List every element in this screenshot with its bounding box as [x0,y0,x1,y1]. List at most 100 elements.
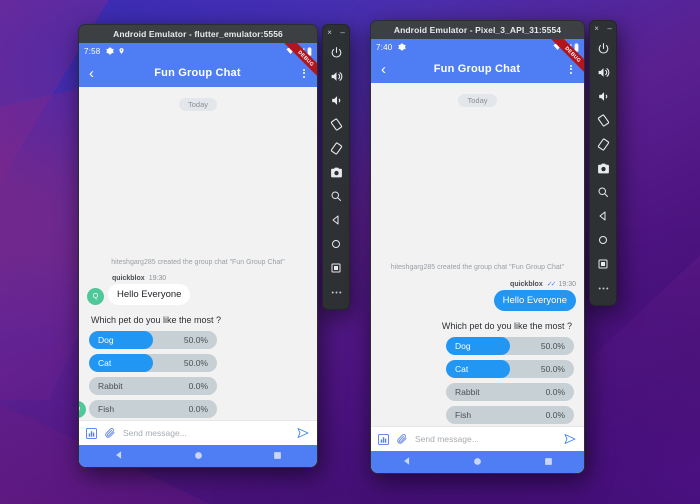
poll-chart-icon[interactable] [86,427,97,439]
back-button-left[interactable]: ‹ [85,66,98,81]
home-circle-icon[interactable] [590,228,616,252]
send-icon[interactable] [296,427,310,439]
app-bar-right: ‹ Fun Group Chat [371,55,584,83]
back-triangle-icon[interactable] [114,447,124,465]
app-bar-left: ‹ Fun Group Chat [79,59,317,87]
battery-icon [307,46,312,56]
paperclip-icon[interactable] [104,427,116,439]
poll-option[interactable]: Dog 50.0% [446,337,574,355]
close-icon[interactable]: × [594,25,599,33]
rotate-right-icon[interactable] [590,132,616,156]
poll-option[interactable]: Rabbit 0.0% [446,383,574,401]
recents-square-icon[interactable] [544,453,553,471]
minimize-icon[interactable]: – [340,29,344,37]
emulator-window-left: Android Emulator - flutter_emulator:5556… [78,24,350,468]
gear-icon [106,47,115,55]
date-divider-right: Today [371,83,584,112]
battery-icon [574,42,579,52]
message-bubble[interactable]: Hello Everyone [108,284,191,305]
recents-square-icon[interactable] [323,256,349,280]
more-horizontal-icon[interactable] [323,280,349,304]
message-sender: quickblox [510,280,543,288]
poll-options-list: Dog 50.0% Cat 50.0% Rabbit 0.0% Fish 0.0% Q [79,331,217,418]
emulator-toolbar-left: × – [322,24,350,310]
date-divider-left: Today [79,87,317,116]
back-button-right[interactable]: ‹ [377,62,390,77]
more-vert-icon[interactable] [297,68,311,78]
home-circle-icon[interactable] [194,447,203,465]
input-bar-left: Send message... [79,420,317,445]
message-bubble[interactable]: Hello Everyone [493,290,576,311]
power-icon[interactable] [323,40,349,64]
volume-down-icon[interactable] [323,88,349,112]
camera-icon[interactable] [590,156,616,180]
volume-up-icon[interactable] [323,64,349,88]
home-circle-icon[interactable] [323,232,349,256]
phone-screen-right: DEBUG 7:40 ‹ Fun Group Chat Today hitesh… [370,39,585,474]
close-icon[interactable]: × [327,29,332,37]
home-circle-icon[interactable] [473,453,482,471]
back-triangle-icon[interactable] [323,208,349,232]
back-triangle-icon[interactable] [402,453,412,471]
poll-option[interactable]: Cat 50.0% [89,354,217,372]
poll-option-percent: 0.0% [545,410,565,420]
camera-icon[interactable] [323,160,349,184]
poll-option-label: Dog [455,341,471,351]
more-vert-icon[interactable] [564,64,578,74]
poll-left: Which pet do you like the most ? Dog 50.0… [79,315,317,418]
page-title-left: Fun Group Chat [154,67,241,79]
send-icon[interactable] [563,433,577,445]
poll-option-percent: 0.0% [188,404,208,414]
poll-option-label: Rabbit [98,381,123,391]
message-meta: quickblox 19:30 [108,275,190,282]
recents-square-icon[interactable] [273,447,282,465]
emulator-toolbar-right: × – [589,20,617,306]
rotate-right-icon[interactable] [323,136,349,160]
back-triangle-icon[interactable] [590,204,616,228]
rotate-left-icon[interactable] [590,108,616,132]
emulator-device-right: Android Emulator - Pixel_3_API_31:5554 D… [370,20,585,474]
location-icon [118,47,125,55]
window-title-right[interactable]: Android Emulator - Pixel_3_API_31:5554 [370,20,585,39]
paperclip-icon[interactable] [396,433,408,445]
magnifier-icon[interactable] [323,184,349,208]
power-icon[interactable] [590,36,616,60]
volume-down-icon[interactable] [590,84,616,108]
poll-chart-icon[interactable] [378,433,389,445]
more-horizontal-icon[interactable] [590,276,616,300]
poll-right: Which pet do you like the most ? Dog 50.0… [371,321,584,424]
window-title-left[interactable]: Android Emulator - flutter_emulator:5556 [78,24,318,43]
message-row-right: quickblox ✓✓ 19:30 Hello Everyone [371,280,584,311]
poll-option[interactable]: Fish 0.0% Q [79,400,217,418]
avatar: Q [87,288,104,305]
message-time: 19:30 [558,280,576,288]
rotate-left-icon[interactable] [323,112,349,136]
message-input-left[interactable]: Send message... [123,428,289,438]
poll-question: Which pet do you like the most ? [91,315,222,325]
date-chip-label: Today [178,98,217,111]
system-message-left: hiteshgarg285 created the group chat "Fu… [111,259,285,266]
gear-icon [398,43,407,51]
status-time: 7:40 [376,42,393,52]
chat-body-left: Today hiteshgarg285 created the group ch… [79,87,317,420]
poll-option[interactable]: Rabbit 0.0% [89,377,217,395]
poll-option-label: Dog [98,335,114,345]
emulator-device-left: Android Emulator - flutter_emulator:5556… [78,24,318,468]
poll-option-label: Fish [98,404,115,414]
chat-body-right: Today hiteshgarg285 created the group ch… [371,83,584,426]
poll-option[interactable]: Fish 0.0% [446,406,574,424]
poll-option[interactable]: Cat 50.0% [446,360,574,378]
minimize-icon[interactable]: – [607,25,611,33]
status-bar-left: 7:58 [79,43,317,59]
poll-option-label: Cat [455,364,469,374]
volume-up-icon[interactable] [590,60,616,84]
message-row-left: Q quickblox 19:30 Hello Everyone [79,275,317,305]
status-bar-right: 7:40 [371,39,584,55]
recents-square-icon[interactable] [590,252,616,276]
emulator-window-right: Android Emulator - Pixel_3_API_31:5554 D… [370,20,617,474]
message-input-right[interactable]: Send message... [415,434,556,444]
nav-bar-right [371,451,584,473]
magnifier-icon[interactable] [590,180,616,204]
poll-option[interactable]: Dog 50.0% [89,331,217,349]
system-message-right: hiteshgarg285 created the group chat "Fu… [390,264,565,271]
